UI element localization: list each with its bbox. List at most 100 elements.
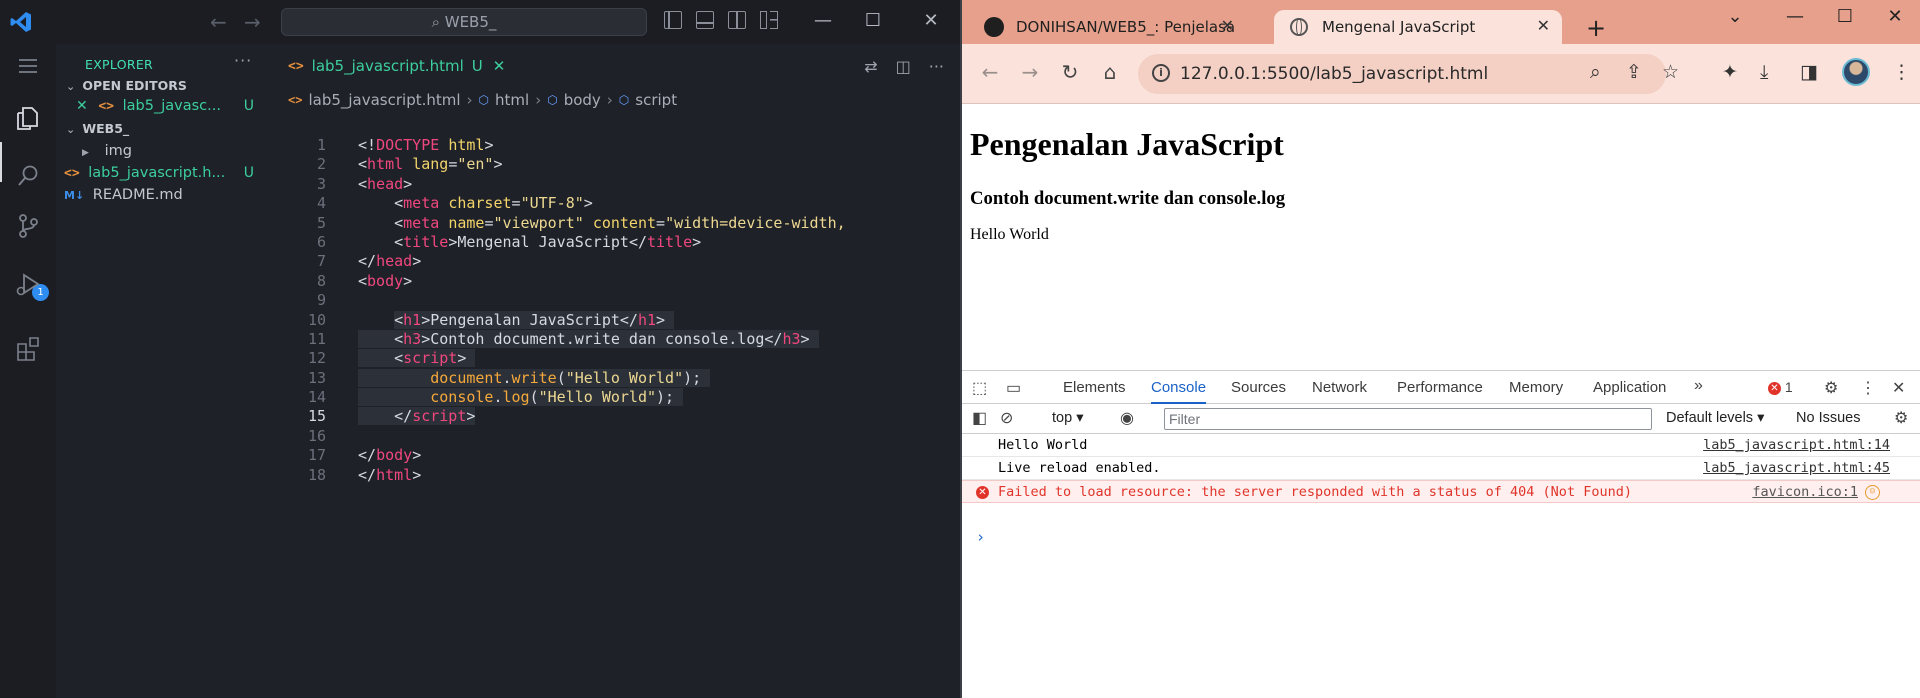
more-actions-icon[interactable]: ··· <box>929 57 944 76</box>
message-source-link[interactable]: favicon.ico:1 <box>1752 481 1858 504</box>
back-icon[interactable]: ← <box>976 60 1004 84</box>
close-editor-icon[interactable]: ✕ <box>76 98 88 114</box>
back-arrow-icon[interactable]: ← <box>210 10 227 34</box>
more-tabs-icon[interactable]: » <box>1694 377 1703 395</box>
editor-tab-active[interactable]: <> lab5_javascript.html U ✕ <box>272 50 515 82</box>
tab-search-chevron-icon[interactable]: ⌄ <box>1720 6 1750 27</box>
close-tab-icon[interactable]: ✕ <box>493 57 506 75</box>
code-line: 14 console.log("Hello World"); <box>268 388 960 407</box>
maximize-icon[interactable]: ☐ <box>858 9 888 33</box>
breadcrumb-html[interactable]: html <box>495 91 529 109</box>
workspace-folder-label: WEB5_ <box>82 121 130 136</box>
close-window-icon[interactable]: ✕ <box>1880 6 1910 27</box>
active-indicator <box>0 142 2 182</box>
markdown-file-icon: M↓ <box>64 189 85 202</box>
error-count: 1 <box>1784 379 1793 395</box>
live-expression-eye-icon[interactable]: ◉ <box>1120 408 1134 428</box>
filter-input[interactable]: Filter <box>1164 408 1652 430</box>
search-sidebar-icon[interactable] <box>14 162 42 190</box>
tab-network[interactable]: Network <box>1312 371 1367 404</box>
clear-console-icon[interactable]: ⊘ <box>1000 408 1013 428</box>
menu-icon[interactable] <box>14 52 42 80</box>
customize-layout-icon[interactable] <box>760 11 778 29</box>
console-settings-gear-icon[interactable]: ⚙ <box>1894 408 1908 428</box>
code-line: 9 <box>268 291 960 310</box>
bookmark-star-icon[interactable]: ☆ <box>1662 61 1679 83</box>
workspace-folder-section[interactable]: ⌄ WEB5_ <box>56 118 268 140</box>
message-source-link[interactable]: lab5_javascript.html:45 <box>1703 457 1890 480</box>
chevron-down-icon: ⌄ <box>66 123 76 136</box>
extensions-icon[interactable] <box>14 334 42 362</box>
code-line: 11 <h3>Contoh document.write dan console… <box>268 329 960 349</box>
code-line: 12 <script> <box>268 349 960 368</box>
open-editors-section[interactable]: ⌄ OPEN EDITORS <box>56 75 268 97</box>
new-tab-icon[interactable]: + <box>1586 14 1606 42</box>
browser-tab-github[interactable]: DONIHSAN/WEB5_: Penjelasan T ✕ <box>984 10 1234 44</box>
chevron-right-icon: ▶ <box>82 148 89 158</box>
toggle-panel-icon[interactable] <box>696 11 714 29</box>
toggle-primary-sidebar-icon[interactable] <box>664 11 682 29</box>
menu-kebab-icon[interactable]: ⋮ <box>1892 61 1911 83</box>
html-file-icon: <> <box>288 93 303 107</box>
forward-icon[interactable]: → <box>1016 60 1044 84</box>
page-heading-h1: Pengenalan JavaScript <box>970 126 1284 162</box>
code-editor[interactable]: 1 <!DOCTYPE html> 2 <html lang="en"> 3 <hea… <box>268 136 960 485</box>
tab-performance[interactable]: Performance <box>1397 371 1483 404</box>
explorer-more-icon[interactable]: ··· <box>234 51 252 70</box>
issues-button[interactable]: No Issues <box>1796 410 1860 426</box>
tree-item-img-folder[interactable]: ▶ img <box>56 140 268 162</box>
explorer-files-icon[interactable] <box>14 104 42 132</box>
settings-gear-icon[interactable]: ⚙ <box>1824 378 1838 398</box>
tab-application[interactable]: Application <box>1593 371 1666 404</box>
log-levels-dropdown[interactable]: Default levels ▾ <box>1666 410 1764 426</box>
code-token: Mengenal JavaScript <box>457 232 629 251</box>
line-number: 10 <box>307 310 326 329</box>
tab-elements[interactable]: Elements <box>1063 371 1126 404</box>
run-debug-icon[interactable] <box>14 270 42 298</box>
message-source-link[interactable]: lab5_javascript.html:14 <box>1703 434 1890 457</box>
toggle-secondary-sidebar-icon[interactable] <box>728 11 746 29</box>
zoom-icon[interactable]: ⌕ <box>1590 61 1601 83</box>
url-text[interactable]: 127.0.0.1:5500/lab5_javascript.html <box>1180 64 1488 84</box>
ai-explain-icon[interactable]: ☺ <box>1865 485 1880 500</box>
open-editor-item[interactable]: ✕ <> lab5_javasc... U <box>56 95 268 117</box>
code-token: console <box>430 388 494 407</box>
minimize-icon[interactable]: — <box>1780 6 1810 27</box>
extensions-icon[interactable]: ✦ <box>1722 61 1738 83</box>
close-window-icon[interactable]: ✕ <box>916 9 946 33</box>
forward-arrow-icon[interactable]: → <box>244 10 261 34</box>
device-toolbar-icon[interactable]: ▭ <box>1006 378 1021 398</box>
share-icon[interactable]: ⇪ <box>1626 61 1642 83</box>
site-info-icon[interactable]: i <box>1152 64 1170 82</box>
breadcrumb-script[interactable]: script <box>635 91 677 109</box>
close-tab-icon[interactable]: ✕ <box>1537 16 1550 35</box>
inspect-element-icon[interactable]: ⬚ <box>972 378 987 398</box>
split-editor-icon[interactable]: ◫ <box>896 57 911 76</box>
tree-item-readme[interactable]: M↓ README.md <box>56 184 268 206</box>
breadcrumb-file[interactable]: lab5_javascript.html <box>308 91 460 109</box>
compare-changes-icon[interactable]: ⇄ <box>864 57 877 76</box>
tree-item-html-file[interactable]: <> lab5_javascript.h... U <box>56 162 268 184</box>
breadcrumb-body[interactable]: body <box>564 91 601 109</box>
close-devtools-icon[interactable]: ✕ <box>1892 378 1905 398</box>
source-control-icon[interactable] <box>14 212 42 240</box>
maximize-icon[interactable]: ☐ <box>1830 6 1860 27</box>
close-tab-icon[interactable]: ✕ <box>1221 16 1234 35</box>
browser-tab-active[interactable]: Mengenal JavaScript ✕ <box>1274 10 1562 44</box>
devtools-menu-icon[interactable]: ⋮ <box>1860 378 1876 398</box>
tab-console[interactable]: Console <box>1151 371 1207 404</box>
tab-sources[interactable]: Sources <box>1231 371 1286 404</box>
download-icon[interactable]: ⤓ <box>1760 61 1768 83</box>
reload-icon[interactable]: ↻ <box>1056 60 1084 84</box>
tab-memory[interactable]: Memory <box>1509 371 1563 404</box>
sidebar-toggle-icon[interactable]: ◧ <box>972 408 987 428</box>
command-center-search[interactable]: ⌕ WEB5_ <box>281 8 647 36</box>
error-counter[interactable]: ✕ 1 <box>1768 379 1793 395</box>
tree-item-label: img <box>104 143 132 159</box>
home-icon[interactable]: ⌂ <box>1096 60 1124 84</box>
avatar[interactable] <box>1842 58 1870 86</box>
context-selector[interactable]: top ▾ <box>1052 410 1083 426</box>
minimize-icon[interactable]: — <box>808 9 838 33</box>
side-panel-icon[interactable]: ◨ <box>1800 61 1818 83</box>
console-prompt-chevron-icon[interactable]: › <box>976 528 985 546</box>
